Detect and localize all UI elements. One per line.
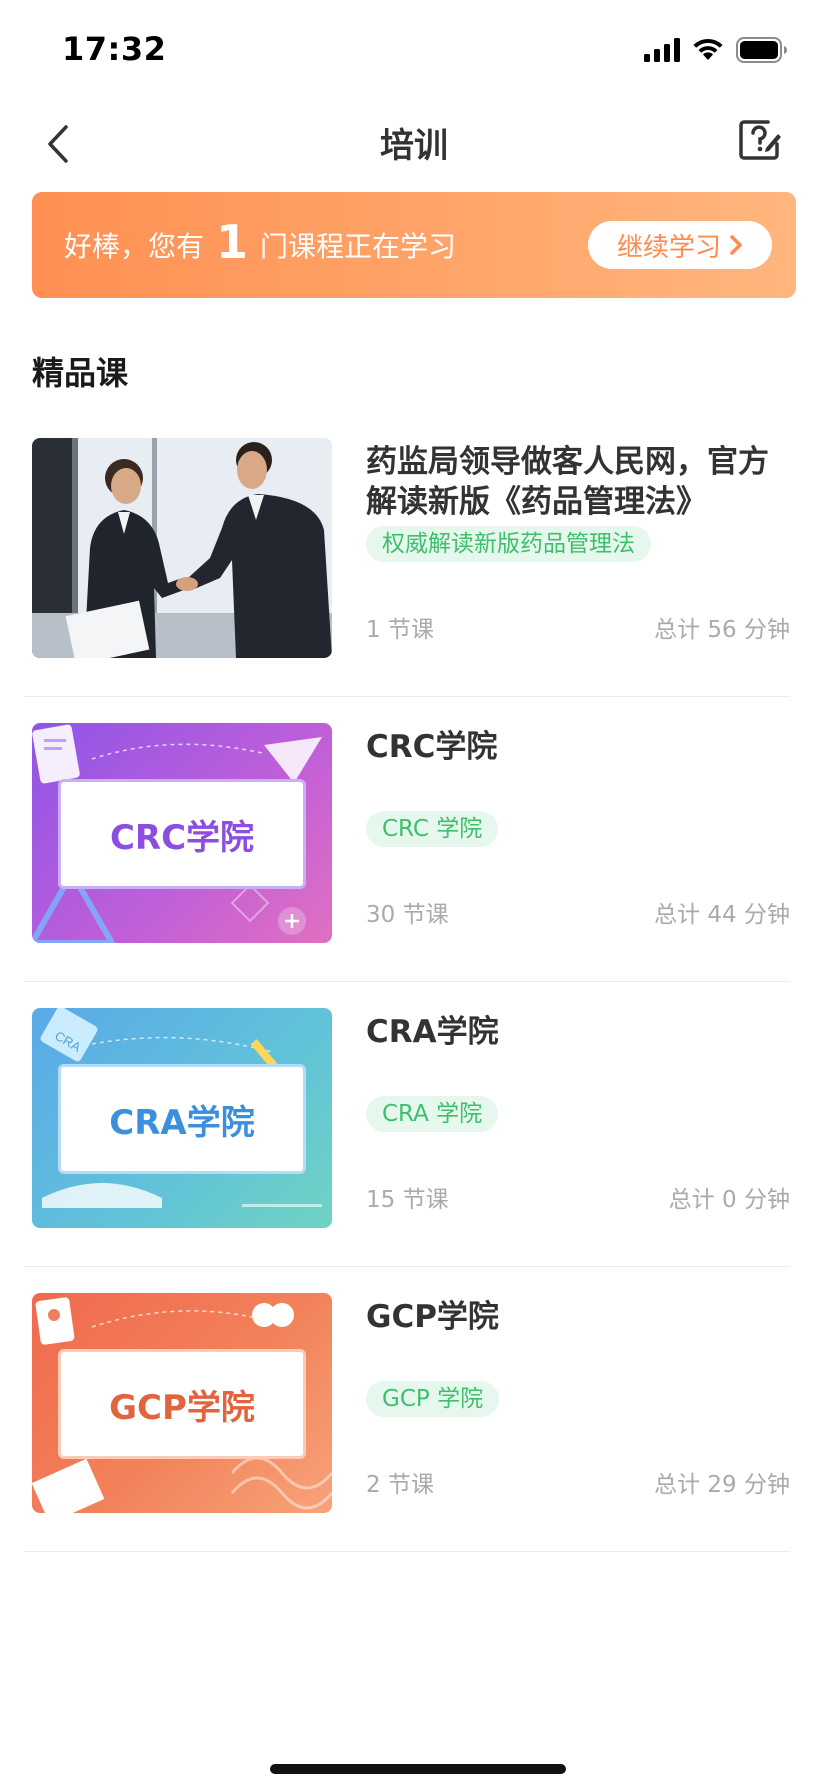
- banner-prefix: 好棒，您有: [64, 230, 205, 263]
- continue-learning-label: 继续学习: [616, 232, 721, 263]
- course-title: CRC学院: [366, 729, 498, 765]
- page-title: 培训: [380, 126, 448, 166]
- course-thumbnail: [32, 438, 332, 658]
- course-tag: 权威解读新版药品管理法: [366, 526, 651, 562]
- course-thumbnail: GCP学院: [32, 1293, 332, 1513]
- course-title: GCP学院: [366, 1299, 499, 1335]
- handshake-photo-icon: [32, 438, 332, 658]
- status-time: 17:32: [62, 30, 167, 68]
- section-title: 精品课: [32, 354, 129, 392]
- course-duration: 总计 0 分钟: [668, 1187, 790, 1213]
- course-tag: CRC 学院: [366, 811, 499, 847]
- crc-thumbnail-card: CRC学院: [58, 779, 306, 889]
- course-item-crc[interactable]: CRC学院 CRC学院 CRC 学院 30 节课 总计 44 分钟: [24, 697, 790, 982]
- course-duration: 总计 29 分钟: [654, 1472, 790, 1498]
- cellular-signal-icon: [644, 38, 680, 62]
- course-lesson-count: 15 节课: [366, 1187, 449, 1213]
- battery-icon: [736, 37, 787, 63]
- course-item-cra[interactable]: CRA CRA学院 CRA学院 CRA 学院 15 节课 总计 0 分钟: [24, 982, 790, 1267]
- course-duration: 总计 44 分钟: [654, 902, 790, 928]
- course-item-drug-law[interactable]: 药监局领导做客人民网，官方解读新版《药品管理法》 权威解读新版药品管理法 1 节…: [24, 412, 790, 697]
- gcp-thumbnail-card: GCP学院: [58, 1349, 306, 1459]
- chevron-right-icon: [730, 235, 742, 255]
- course-item-gcp[interactable]: GCP学院 GCP学院 GCP 学院 2 节课 总计 29 分钟: [24, 1267, 790, 1552]
- banner-suffix: 门课程正在学习: [260, 230, 457, 263]
- course-lesson-count: 30 节课: [366, 902, 449, 928]
- course-thumbnail: CRC学院: [32, 723, 332, 943]
- status-icons: [644, 36, 788, 64]
- course-lesson-count: 2 节课: [366, 1472, 434, 1498]
- gcp-thumbnail-label: GCP学院: [109, 1387, 255, 1428]
- banner-message: 好棒，您有 1 门课程正在学习: [64, 192, 456, 298]
- cra-thumbnail-label: CRA学院: [109, 1102, 255, 1143]
- help-feedback-button[interactable]: [730, 110, 790, 170]
- course-title: 药监局领导做客人民网，官方解读新版《药品管理法》: [366, 444, 769, 520]
- nav-bar: 培训: [0, 100, 828, 190]
- status-bar: 17:32: [0, 0, 828, 100]
- continue-learning-button[interactable]: 继续学习: [588, 221, 772, 269]
- banner-course-count: 1: [216, 215, 249, 269]
- home-indicator[interactable]: [270, 1764, 566, 1774]
- help-edit-icon: [739, 120, 781, 160]
- learning-progress-banner: 好棒，您有 1 门课程正在学习 继续学习: [32, 192, 796, 298]
- course-lesson-count: 1 节课: [366, 617, 434, 643]
- cra-thumbnail-card: CRA学院: [58, 1064, 306, 1174]
- course-tag: GCP 学院: [366, 1381, 500, 1417]
- course-title: CRA学院: [366, 1014, 499, 1050]
- crc-thumbnail-label: CRC学院: [109, 817, 255, 858]
- wifi-icon: [693, 38, 723, 60]
- course-tag: CRA 学院: [366, 1096, 499, 1132]
- course-duration: 总计 56 分钟: [654, 617, 790, 643]
- course-thumbnail: CRA CRA学院: [32, 1008, 332, 1228]
